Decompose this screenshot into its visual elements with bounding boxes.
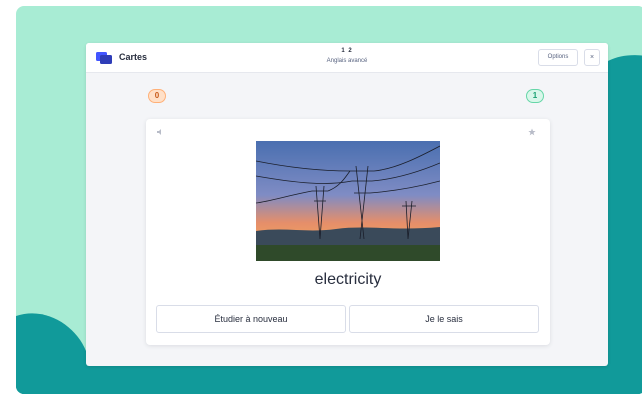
known-counter: 1	[526, 89, 544, 103]
study-again-button[interactable]: Étudier à nouveau	[156, 305, 346, 333]
progress-counter: 1 2	[341, 48, 353, 54]
know-it-button[interactable]: Je le sais	[349, 305, 539, 333]
audio-icon[interactable]	[156, 128, 164, 136]
still-learning-counter: 0	[148, 89, 166, 103]
card-term: electricity	[314, 271, 382, 288]
set-title: Anglais avancé	[326, 58, 368, 64]
power-lines-image	[256, 141, 440, 261]
close-button[interactable]: ×	[584, 49, 600, 66]
flashcards-window: Cartes 1 2 Anglais avancé Options × 0 1	[86, 43, 608, 366]
background-stage: Cartes 1 2 Anglais avancé Options × 0 1	[16, 6, 642, 394]
options-button[interactable]: Options	[538, 49, 578, 66]
star-icon[interactable]	[528, 128, 536, 136]
top-bar: Cartes 1 2 Anglais avancé Options ×	[86, 43, 608, 73]
flashcard[interactable]: electricity Étudier à nouveau Je le sais	[146, 119, 550, 345]
